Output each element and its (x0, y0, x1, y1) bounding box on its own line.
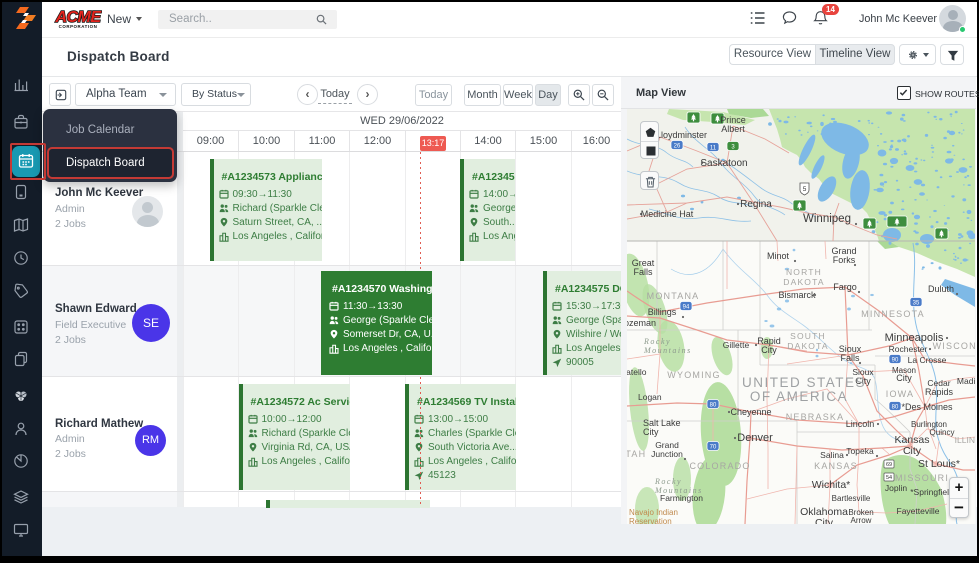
svg-text:Denver: Denver (737, 432, 773, 444)
svg-text:DAKOTA: DAKOTA (783, 277, 825, 287)
svg-text:11: 11 (710, 145, 717, 151)
svg-text:NORTH: NORTH (786, 267, 822, 277)
svg-text:Madison: Madison (957, 376, 975, 386)
svg-text:Farmington: Farmington (660, 493, 703, 503)
svg-text:Billings: Billings (648, 307, 677, 317)
svg-text:OF AMERICA: OF AMERICA (750, 389, 848, 404)
svg-text:Rapids: Rapids (925, 387, 954, 397)
svg-text:90: 90 (892, 357, 899, 363)
svg-text:ILLIN: ILLIN (955, 435, 975, 445)
svg-text:Albert: Albert (721, 124, 745, 134)
svg-text:*Des Moines: *Des Moines (901, 402, 953, 412)
svg-text:80: 80 (892, 404, 899, 410)
svg-text:Bartlesville: Bartlesville (832, 494, 871, 503)
svg-text:*Springfield: *Springfield (910, 487, 954, 497)
svg-text:City: City (761, 345, 777, 355)
svg-text:5: 5 (803, 186, 807, 193)
svg-text:WISCONSIN: WISCONSIN (933, 341, 975, 351)
svg-text:Lloydminster: Lloydminster (656, 130, 707, 140)
svg-text:69: 69 (886, 462, 892, 468)
svg-text:NEBRASKA: NEBRASKA (786, 412, 845, 422)
svg-text:Rochester: Rochester (889, 344, 928, 354)
svg-text:80: 80 (710, 402, 717, 408)
svg-text:MISSOURI: MISSOURI (895, 473, 949, 483)
svg-text:Fargo: Fargo (833, 282, 857, 292)
svg-text:Bismarck: Bismarck (778, 290, 816, 300)
svg-text:Medicine Hat: Medicine Hat (641, 209, 694, 219)
svg-text:Gillette: Gillette (723, 340, 750, 350)
svg-text:Joplin: Joplin (885, 483, 907, 493)
svg-text:Cheyenne: Cheyenne (730, 407, 771, 417)
svg-text:City: City (903, 445, 922, 457)
svg-text:St Louis*: St Louis* (918, 458, 960, 470)
svg-text:UNITED STATES: UNITED STATES (742, 375, 866, 390)
svg-text:35: 35 (913, 300, 920, 306)
svg-text:Regina: Regina (740, 199, 772, 210)
svg-text:Navajo Indian: Navajo Indian (629, 508, 678, 517)
svg-text:Salina: Salina (820, 450, 844, 460)
svg-text:City: City (896, 373, 912, 383)
svg-text:Saskatoon: Saskatoon (700, 158, 747, 169)
svg-text:Bozeman: Bozeman (627, 318, 656, 328)
svg-text:Rocky: Rocky (643, 337, 671, 346)
svg-text:Arrow: Arrow (851, 516, 872, 524)
svg-text:KANSAS: KANSAS (814, 461, 858, 471)
svg-text:Forks: Forks (833, 255, 856, 265)
svg-text:SOUTH: SOUTH (790, 331, 826, 341)
svg-text:IOWA: IOWA (886, 389, 914, 399)
svg-text:City: City (643, 427, 659, 437)
svg-text:Reservation: Reservation (629, 517, 672, 524)
svg-text:Mountains: Mountains (643, 346, 692, 355)
svg-text:Minot: Minot (767, 251, 790, 261)
svg-text:UTAH: UTAH (627, 449, 646, 459)
svg-text:WYOMING: WYOMING (667, 370, 720, 380)
svg-text:Falls: Falls (633, 267, 653, 277)
svg-text:Rocky: Rocky (654, 477, 682, 486)
svg-text:La Crosse: La Crosse (908, 355, 947, 365)
svg-text:CORPORATION: CORPORATION (59, 24, 98, 29)
svg-text:70: 70 (710, 444, 717, 450)
svg-text:Falls: Falls (840, 353, 860, 363)
svg-text:Lincoln: Lincoln (846, 419, 875, 429)
svg-text:MONTANA: MONTANA (647, 291, 700, 301)
svg-text:Winnipeg: Winnipeg (803, 213, 851, 225)
svg-text:MINNESOTA: MINNESOTA (861, 309, 925, 319)
svg-text:Quincy: Quincy (930, 428, 955, 437)
svg-text:Fayetteville: Fayetteville (897, 506, 940, 516)
svg-text:26: 26 (674, 143, 681, 149)
svg-text:Logan: Logan (638, 392, 662, 402)
svg-text:54: 54 (886, 475, 892, 481)
svg-text:94: 94 (683, 304, 690, 310)
svg-text:City: City (815, 517, 834, 524)
svg-text:Wichita*: Wichita* (812, 479, 851, 491)
svg-text:DAKOTA: DAKOTA (787, 341, 829, 351)
svg-text:Topeka: Topeka (846, 446, 874, 456)
svg-text:COLORADO: COLORADO (689, 461, 750, 471)
svg-text:Pocatello: Pocatello (627, 367, 647, 377)
svg-text:Duluth: Duluth (928, 284, 954, 294)
svg-text:Junction: Junction (651, 449, 683, 459)
